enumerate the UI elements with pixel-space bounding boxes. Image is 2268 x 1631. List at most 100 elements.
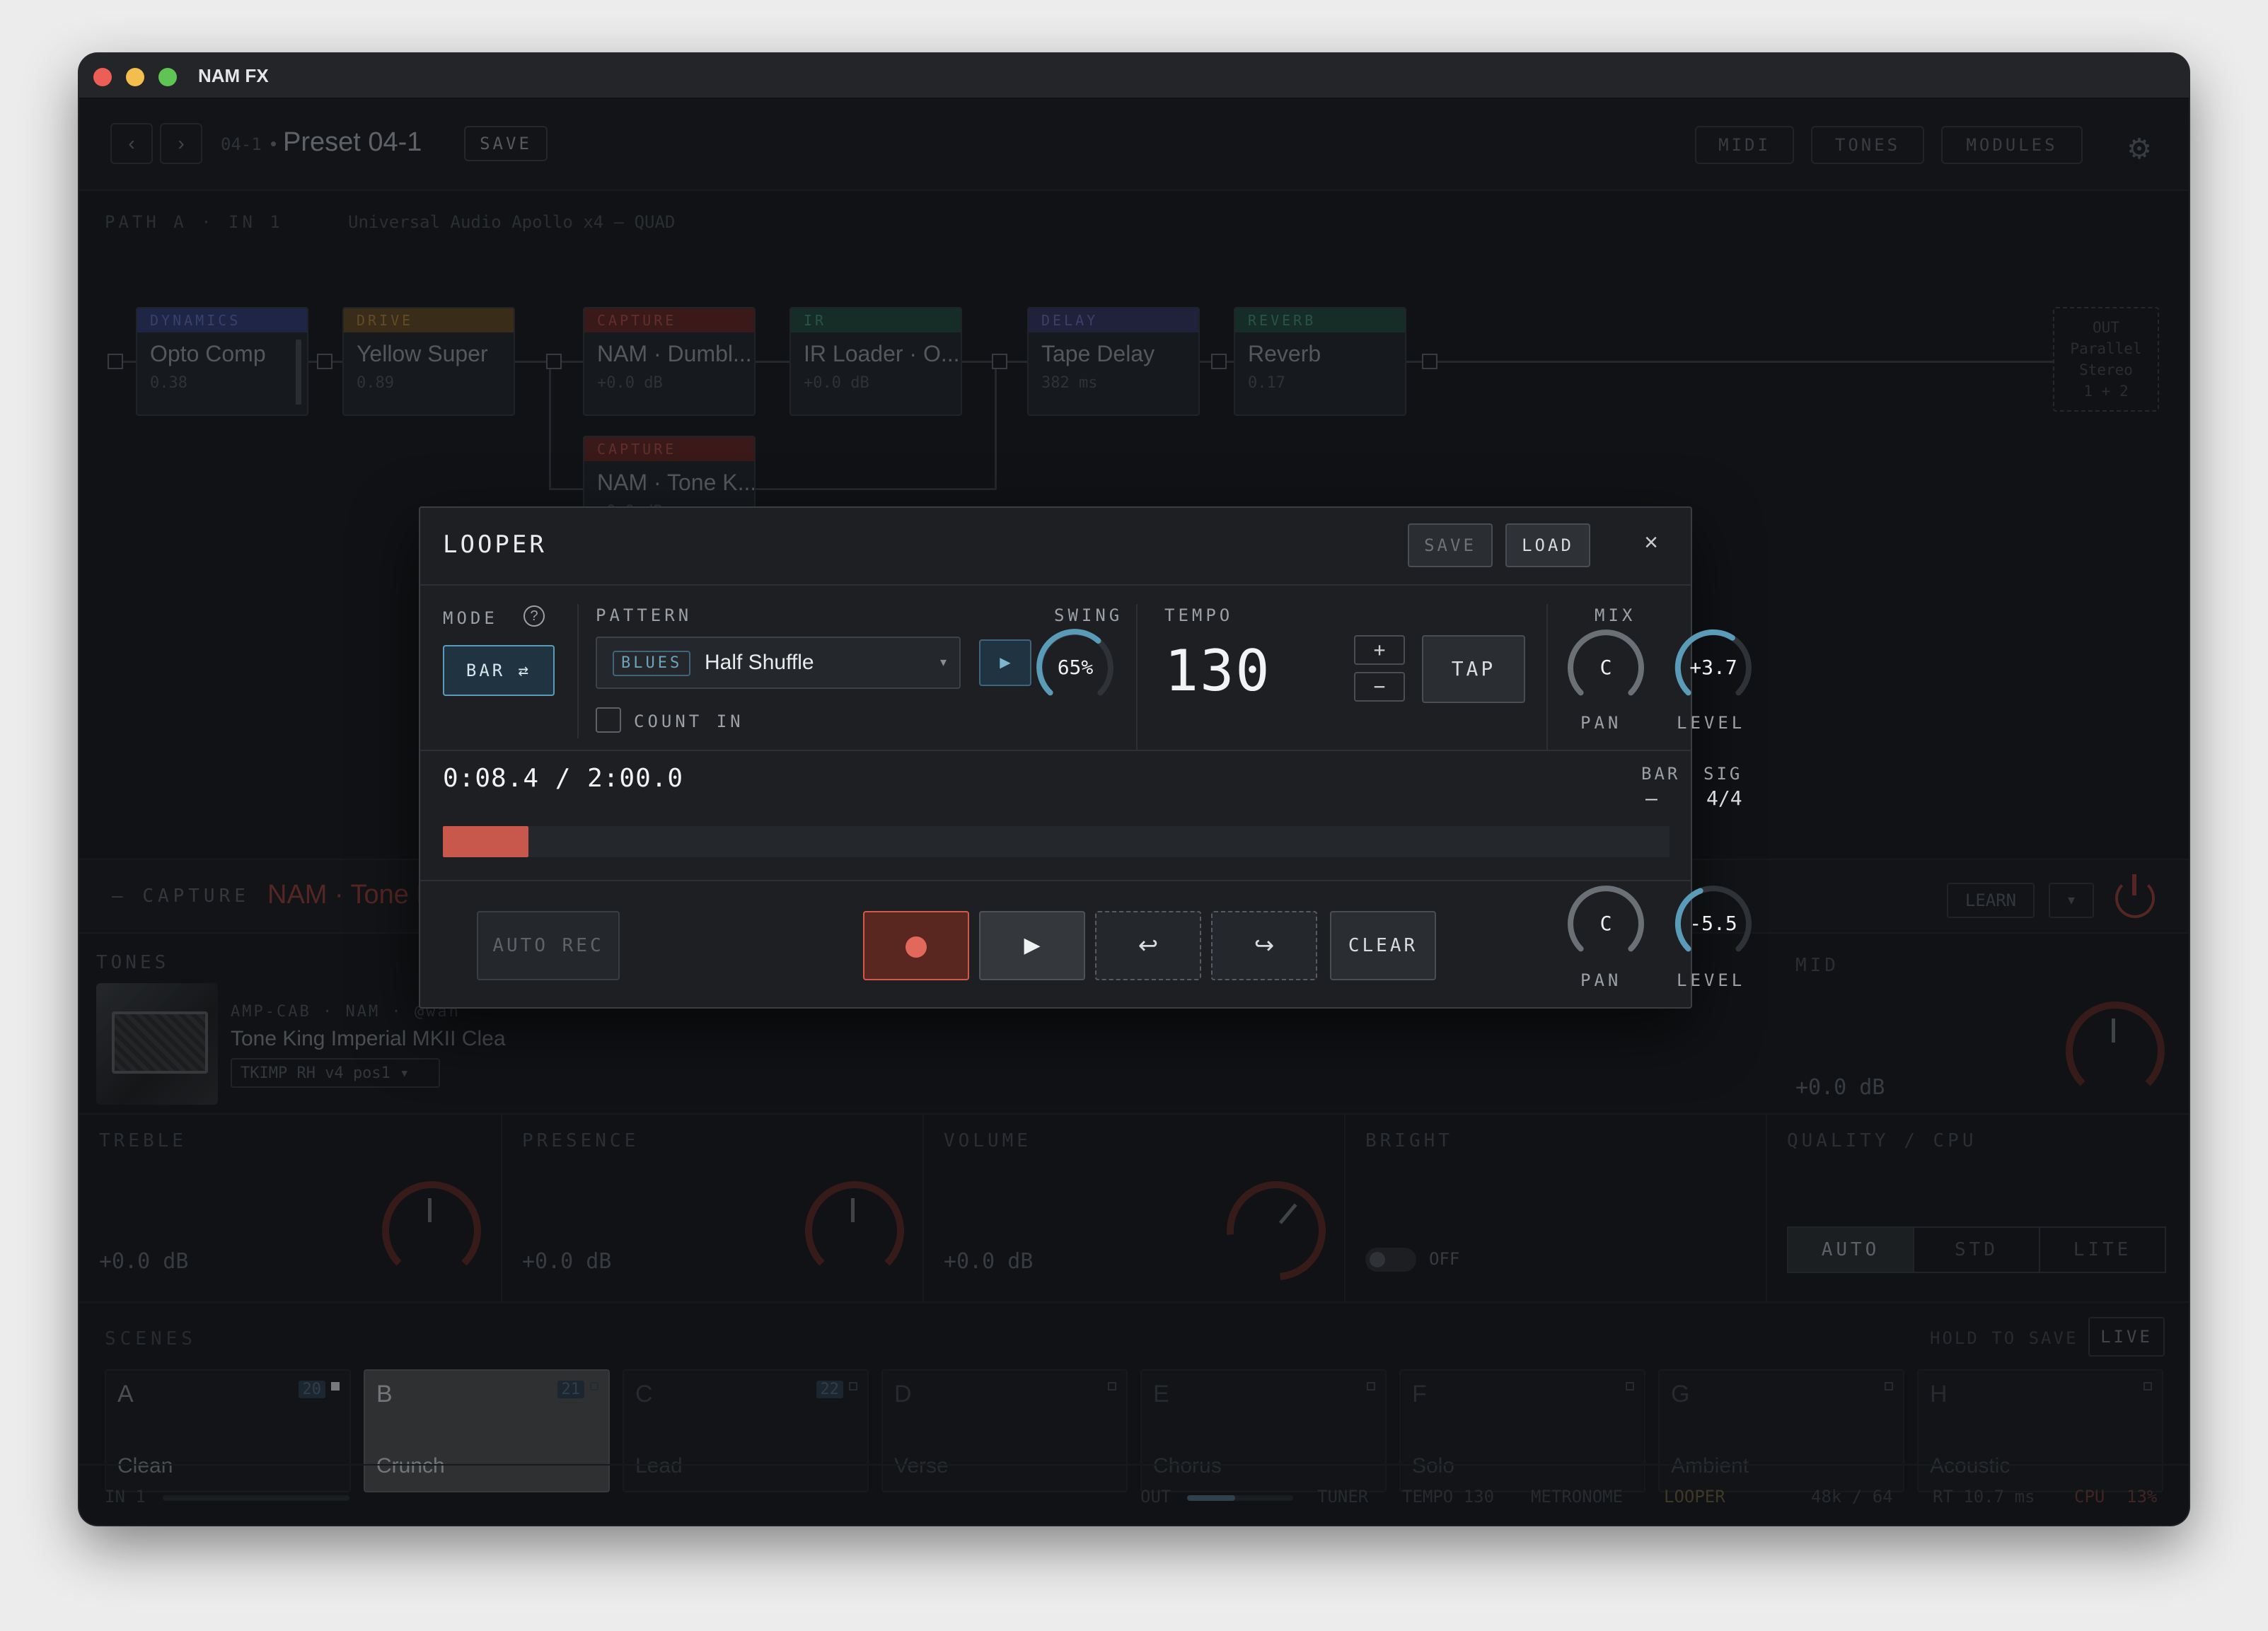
status-input: IN 1 (105, 1487, 146, 1507)
auto-rec-button[interactable]: AUTO REC (477, 911, 620, 980)
record-button[interactable] (863, 911, 969, 980)
chain-port[interactable] (546, 354, 562, 369)
tab-modules[interactable]: MODULES (1941, 126, 2083, 164)
power-icon[interactable] (2115, 874, 2155, 918)
scene-indicator (1885, 1382, 1893, 1391)
preset-name[interactable]: Preset 04-1 (283, 127, 422, 158)
clear-button[interactable]: CLEAR (1330, 911, 1436, 980)
mix-pan-value: C (1599, 656, 1612, 679)
mid-knob-panel: MID +0.0 dB (1776, 934, 2189, 1113)
module-value: 0.17 (1248, 374, 1285, 392)
minimize-window-button[interactable] (126, 68, 144, 86)
divider (420, 880, 1691, 881)
scene-indicator (590, 1382, 598, 1391)
module-name: Yellow Super (357, 341, 488, 366)
looper-load-button[interactable]: LOAD (1505, 523, 1590, 567)
module-dynamics[interactable]: DYNAMICS Opto Comp 0.38 (136, 307, 308, 416)
sample-rate: 48k / 64 (1811, 1487, 1893, 1507)
output-level-value: -5.5 (1689, 912, 1737, 935)
scene-letter: F (1412, 1381, 1427, 1407)
help-icon[interactable]: ? (523, 605, 545, 627)
mode-button[interactable]: BAR ⇄ (443, 645, 555, 696)
scene-letter: E (1153, 1381, 1169, 1407)
tab-midi[interactable]: MIDI (1695, 126, 1794, 164)
chain-port[interactable] (1211, 354, 1227, 369)
tempo-status[interactable]: TEMPO 130 (1402, 1487, 1494, 1507)
tempo-value[interactable]: 130 (1164, 638, 1271, 704)
scene-letter: C (635, 1381, 653, 1407)
module-delay[interactable]: DELAY Tape Delay 382 ms (1027, 307, 1200, 416)
chain-port[interactable] (317, 354, 332, 369)
chain-port[interactable] (992, 354, 1007, 369)
quality-lite[interactable]: LITE (2039, 1226, 2166, 1273)
looper-status-button[interactable]: LOOPER (1664, 1487, 1725, 1507)
tempo-decrease-button[interactable]: − (1354, 672, 1405, 702)
quality-cell: QUALITY / CPU AUTO STD LITE (1767, 1115, 2189, 1303)
gear-icon[interactable]: ⚙ (2127, 133, 2152, 166)
looper-save-button[interactable]: SAVE (1408, 523, 1493, 567)
eq-knobs-row: TREBLE +0.0 dB PRESENCE +0.0 dB VOLUME +… (79, 1113, 2189, 1303)
loop-progress-fill (443, 826, 529, 857)
mid-knob[interactable] (2066, 1002, 2165, 1101)
separator-dot: • (270, 133, 277, 154)
redo-icon: ↪ (1254, 932, 1275, 959)
output-pan-knob[interactable]: C (1565, 883, 1647, 965)
parallel-line-left (549, 361, 551, 489)
loop-progress-bar[interactable] (443, 826, 1670, 857)
metronome-button[interactable]: METRONOME (1531, 1487, 1623, 1507)
tuner-button[interactable]: TUNER (1317, 1487, 1368, 1507)
live-button[interactable]: LIVE (2088, 1317, 2165, 1357)
output-level-knob[interactable]: -5.5 (1672, 883, 1754, 965)
quality-auto[interactable]: AUTO (1787, 1226, 1914, 1273)
quality-std[interactable]: STD (1913, 1226, 2040, 1273)
close-window-button[interactable] (93, 68, 112, 86)
output-box[interactable]: OUT Parallel Stereo 1 + 2 (2053, 307, 2159, 412)
next-preset-button[interactable]: › (160, 123, 202, 164)
treble-knob[interactable] (382, 1181, 481, 1280)
bright-toggle[interactable] (1365, 1248, 1416, 1272)
mix-level-knob[interactable]: +3.7 (1672, 627, 1754, 709)
chain-port[interactable] (1422, 354, 1437, 369)
module-ir[interactable]: IR IR Loader · O... +0.0 dB (789, 307, 962, 416)
pattern-select[interactable]: BLUES Half Shuffle ▾ (596, 637, 961, 689)
swing-knob[interactable]: 65% (1034, 627, 1116, 709)
save-preset-button[interactable]: SAVE (464, 126, 548, 161)
tab-tones[interactable]: TONES (1811, 126, 1924, 164)
learn-button[interactable]: LEARN (1947, 883, 2035, 918)
tone-select[interactable]: TKIMP RH v4 pos1 ▾ (231, 1058, 440, 1088)
mix-pan-knob[interactable]: C (1565, 627, 1647, 709)
mode-label: MODE (443, 608, 498, 628)
play-icon: ▶ (1024, 934, 1041, 957)
amp-thumbnail[interactable] (96, 983, 218, 1105)
volume-label: VOLUME (944, 1130, 1031, 1151)
undo-icon: ↩ (1138, 932, 1159, 959)
scene-letter: G (1671, 1381, 1690, 1407)
treble-label: TREBLE (99, 1130, 187, 1151)
pattern-preview-button[interactable]: ▶ (979, 639, 1031, 686)
module-capture[interactable]: CAPTURE NAM · Dumbl... +0.0 dB (583, 307, 756, 416)
looper-title: LOOPER (443, 530, 547, 559)
scene-letter: D (894, 1381, 912, 1407)
tempo-increase-button[interactable]: + (1354, 635, 1405, 665)
treble-value: +0.0 dB (99, 1249, 189, 1274)
count-in-checkbox[interactable] (596, 707, 621, 733)
mid-value: +0.0 dB (1795, 1075, 1885, 1100)
tap-tempo-button[interactable]: TAP (1422, 635, 1525, 703)
learn-dropdown[interactable]: ▾ (2049, 883, 2094, 918)
maximize-window-button[interactable] (158, 68, 177, 86)
module-type: DRIVE (344, 308, 514, 332)
close-icon[interactable]: × (1644, 529, 1658, 557)
module-drive[interactable]: DRIVE Yellow Super 0.89 (342, 307, 515, 416)
module-reverb[interactable]: REVERB Reverb 0.17 (1234, 307, 1406, 416)
output-meter (1187, 1495, 1293, 1501)
bright-label: BRIGHT (1365, 1130, 1453, 1151)
redo-button[interactable]: ↪ (1211, 911, 1317, 980)
play-button[interactable]: ▶ (979, 911, 1085, 980)
drag-handle[interactable] (296, 339, 301, 405)
chain-port[interactable] (108, 354, 123, 369)
prev-preset-button[interactable]: ‹ (110, 123, 153, 164)
presence-knob[interactable] (805, 1181, 904, 1280)
undo-button[interactable]: ↩ (1095, 911, 1201, 980)
module-type: REVERB (1235, 308, 1405, 332)
volume-knob[interactable] (1206, 1161, 1346, 1301)
